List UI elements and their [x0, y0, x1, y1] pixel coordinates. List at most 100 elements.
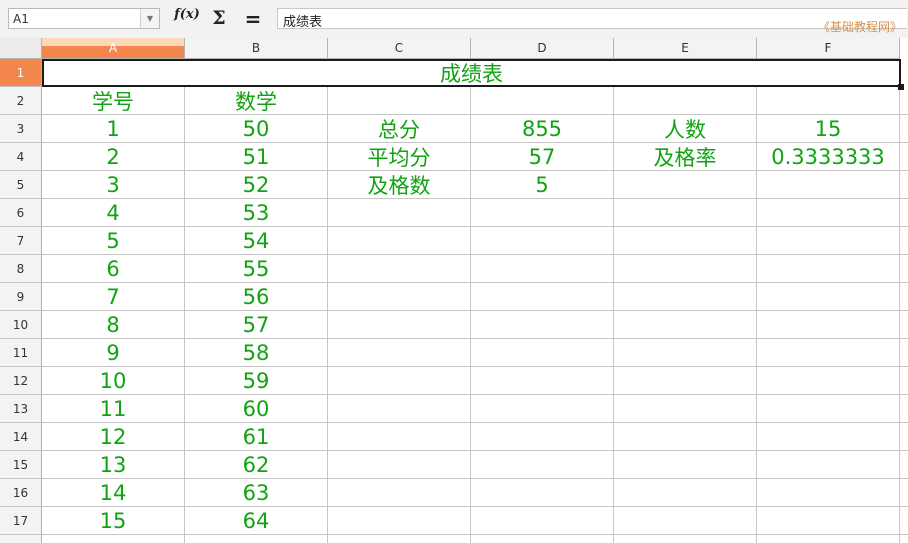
formula-button[interactable]: =: [241, 7, 265, 31]
cell[interactable]: [900, 255, 908, 283]
row-header[interactable]: 12: [0, 367, 42, 395]
cell[interactable]: [757, 87, 900, 115]
cell[interactable]: 6: [42, 255, 185, 283]
row-header[interactable]: 14: [0, 423, 42, 451]
cell[interactable]: 人数: [614, 115, 757, 143]
cell[interactable]: 60: [185, 395, 328, 423]
cell[interactable]: [471, 311, 614, 339]
cell[interactable]: 58: [185, 339, 328, 367]
cell[interactable]: [328, 535, 471, 543]
cell[interactable]: 855: [471, 115, 614, 143]
cell[interactable]: 62: [185, 451, 328, 479]
cell[interactable]: 10: [42, 367, 185, 395]
cell[interactable]: 57: [471, 143, 614, 171]
cell-a1-title[interactable]: 成绩表: [42, 59, 904, 90]
cell[interactable]: 8: [42, 311, 185, 339]
column-header-f[interactable]: F: [757, 38, 900, 59]
cell[interactable]: [614, 199, 757, 227]
cell[interactable]: [900, 199, 908, 227]
cell[interactable]: [757, 171, 900, 199]
row-header[interactable]: 8: [0, 255, 42, 283]
cell[interactable]: [614, 339, 757, 367]
cell[interactable]: [328, 479, 471, 507]
cell[interactable]: [757, 367, 900, 395]
cell[interactable]: 61: [185, 423, 328, 451]
cell[interactable]: [471, 479, 614, 507]
row-header[interactable]: 17: [0, 507, 42, 535]
cell[interactable]: [328, 227, 471, 255]
cell[interactable]: [471, 507, 614, 535]
cell[interactable]: [42, 535, 185, 543]
cell[interactable]: [900, 423, 908, 451]
cell[interactable]: 5: [42, 227, 185, 255]
cell[interactable]: [471, 199, 614, 227]
cell[interactable]: 15: [42, 507, 185, 535]
cell[interactable]: 15: [757, 115, 900, 143]
column-header-b[interactable]: B: [185, 38, 328, 59]
row-header[interactable]: 11: [0, 339, 42, 367]
cell[interactable]: [757, 395, 900, 423]
function-wizard-button[interactable]: f(x): [174, 7, 200, 29]
sum-button[interactable]: Σ: [208, 7, 230, 29]
row-header[interactable]: 6: [0, 199, 42, 227]
cell[interactable]: 及格数: [328, 171, 471, 199]
cell[interactable]: [614, 367, 757, 395]
cell[interactable]: [757, 451, 900, 479]
cell[interactable]: [614, 451, 757, 479]
cell[interactable]: 数学: [185, 87, 328, 115]
cell[interactable]: [328, 255, 471, 283]
cell[interactable]: [900, 479, 908, 507]
cell[interactable]: [757, 535, 900, 543]
cell[interactable]: 4: [42, 199, 185, 227]
cell[interactable]: [614, 283, 757, 311]
row-header[interactable]: [0, 535, 42, 543]
cell[interactable]: 50: [185, 115, 328, 143]
cell[interactable]: 5: [471, 171, 614, 199]
cell[interactable]: 12: [42, 423, 185, 451]
cell[interactable]: 9: [42, 339, 185, 367]
cell[interactable]: [900, 367, 908, 395]
cell[interactable]: [614, 87, 757, 115]
cell[interactable]: [471, 87, 614, 115]
cell[interactable]: 及格率: [614, 143, 757, 171]
cell[interactable]: [614, 479, 757, 507]
cell[interactable]: 57: [185, 311, 328, 339]
column-header-a[interactable]: A: [42, 38, 185, 59]
cell[interactable]: [900, 535, 908, 543]
cell[interactable]: [900, 87, 908, 115]
cell[interactable]: [900, 339, 908, 367]
cell[interactable]: 54: [185, 227, 328, 255]
row-header[interactable]: 15: [0, 451, 42, 479]
cell[interactable]: 59: [185, 367, 328, 395]
cell[interactable]: [757, 283, 900, 311]
cell[interactable]: [328, 199, 471, 227]
cell[interactable]: [757, 199, 900, 227]
row-header[interactable]: 10: [0, 311, 42, 339]
cell[interactable]: [614, 227, 757, 255]
cell[interactable]: [471, 451, 614, 479]
cell[interactable]: [328, 311, 471, 339]
cell[interactable]: 56: [185, 283, 328, 311]
cell[interactable]: 学号: [42, 87, 185, 115]
cell[interactable]: 2: [42, 143, 185, 171]
cell[interactable]: 0.3333333: [757, 143, 900, 171]
name-box[interactable]: ▼: [8, 8, 160, 29]
cell[interactable]: [471, 255, 614, 283]
column-header-c[interactable]: C: [328, 38, 471, 59]
column-header-d[interactable]: D: [471, 38, 614, 59]
cell[interactable]: [328, 507, 471, 535]
cell[interactable]: [328, 283, 471, 311]
select-all-corner[interactable]: [0, 38, 42, 59]
cell[interactable]: [614, 423, 757, 451]
cell[interactable]: 13: [42, 451, 185, 479]
cell[interactable]: 总分: [328, 115, 471, 143]
row-header[interactable]: 1: [0, 59, 42, 87]
row-header[interactable]: 4: [0, 143, 42, 171]
cell[interactable]: [614, 507, 757, 535]
cell[interactable]: [614, 395, 757, 423]
cell[interactable]: [614, 311, 757, 339]
cell[interactable]: [328, 451, 471, 479]
cell[interactable]: 3: [42, 171, 185, 199]
cell[interactable]: 64: [185, 507, 328, 535]
cell[interactable]: 52: [185, 171, 328, 199]
